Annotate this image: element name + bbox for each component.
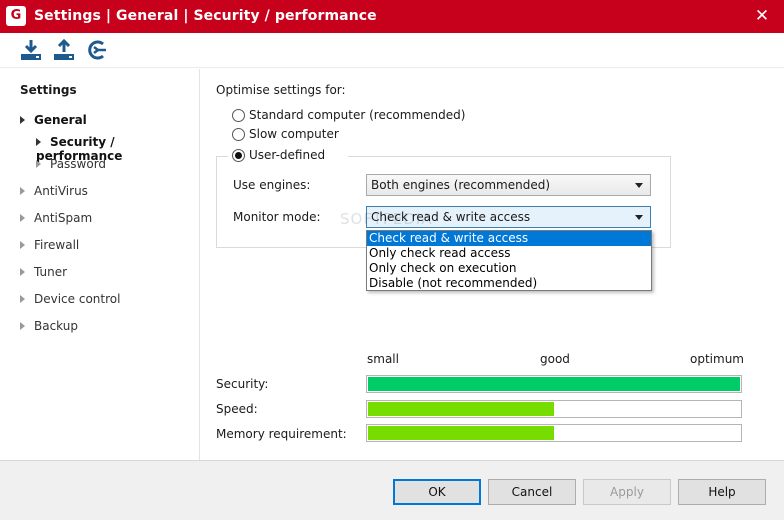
memory-bar	[366, 424, 742, 442]
reset-icon[interactable]	[85, 38, 109, 62]
monitor-mode-select[interactable]: Check read & write access	[366, 206, 651, 228]
toolbar	[0, 33, 784, 68]
arrow-icon	[20, 214, 25, 222]
monitor-option-read-write[interactable]: Check read & write access	[367, 231, 651, 246]
sidebar: Settings General Security / performance …	[0, 69, 200, 460]
sidebar-item-antispam[interactable]: AntiSpam	[20, 211, 92, 225]
sidebar-item-firewall[interactable]: Firewall	[20, 238, 79, 252]
scale-optimum-label: optimum	[690, 352, 744, 366]
apply-button[interactable]: Apply	[583, 479, 671, 505]
gdata-logo-icon: G	[6, 6, 26, 26]
arrow-icon	[20, 268, 25, 276]
sidebar-item-backup[interactable]: Backup	[20, 319, 78, 333]
ok-button[interactable]: OK	[393, 479, 481, 505]
radio-slow-computer[interactable]	[232, 128, 245, 141]
security-bar	[366, 375, 742, 393]
arrow-icon	[20, 295, 25, 303]
scale-good-label: good	[540, 352, 570, 366]
optimise-label: Optimise settings for:	[216, 83, 346, 97]
dialog-footer: OK Cancel Apply Help	[0, 460, 784, 520]
sidebar-heading: Settings	[20, 83, 77, 97]
radio-user-defined-label: User-defined	[249, 148, 326, 162]
memory-bar-label: Memory requirement:	[216, 427, 347, 441]
window-title: Settings | General | Security / performa…	[34, 8, 377, 24]
arrow-icon	[36, 138, 41, 146]
sidebar-item-tuner[interactable]: Tuner	[20, 265, 67, 279]
arrow-icon	[36, 160, 41, 168]
arrow-icon	[20, 322, 25, 330]
engines-select-value: Both engines (recommended)	[371, 178, 551, 192]
sidebar-item-label: AntiVirus	[34, 184, 88, 198]
arrow-icon	[20, 187, 25, 195]
expanded-arrow-icon	[20, 116, 25, 124]
security-bar-label: Security:	[216, 377, 269, 391]
radio-standard-label: Standard computer (recommended)	[249, 108, 466, 122]
monitor-option-execution[interactable]: Only check on execution	[367, 261, 651, 276]
chevron-down-icon	[635, 215, 643, 220]
monitor-mode-select-value: Check read & write access	[371, 210, 531, 224]
engines-label: Use engines:	[233, 178, 311, 192]
sidebar-item-device-control[interactable]: Device control	[20, 292, 120, 306]
radio-user-defined[interactable]	[232, 149, 245, 162]
sidebar-item-label: AntiSpam	[34, 211, 93, 225]
engines-select[interactable]: Both engines (recommended)	[366, 174, 651, 196]
sidebar-item-general[interactable]: General	[20, 113, 87, 127]
sidebar-item-label: Password	[50, 157, 107, 171]
sidebar-item-label: Tuner	[34, 265, 68, 279]
sidebar-item-label: Device control	[34, 292, 121, 306]
import-icon[interactable]	[19, 38, 43, 62]
arrow-icon	[20, 241, 25, 249]
monitor-mode-dropdown-list: Check read & write access Only check rea…	[366, 230, 652, 291]
sidebar-item-label: General	[34, 113, 87, 127]
memory-bar-fill	[368, 426, 554, 440]
speed-bar-label: Speed:	[216, 402, 258, 416]
radio-standard-computer[interactable]	[232, 109, 245, 122]
monitor-option-read-only[interactable]: Only check read access	[367, 246, 651, 261]
monitor-option-disable[interactable]: Disable (not recommended)	[367, 276, 651, 291]
sidebar-item-password[interactable]: Password	[36, 157, 106, 171]
title-bar: G Settings | General | Security / perfor…	[0, 0, 784, 33]
monitor-mode-label: Monitor mode:	[233, 210, 321, 224]
sidebar-item-label: Backup	[34, 319, 78, 333]
help-button[interactable]: Help	[678, 479, 766, 505]
speed-bar-fill	[368, 402, 554, 416]
speed-bar	[366, 400, 742, 418]
sidebar-item-antivirus[interactable]: AntiVirus	[20, 184, 88, 198]
cancel-button[interactable]: Cancel	[488, 479, 576, 505]
close-button[interactable]: ✕	[748, 3, 776, 29]
security-bar-fill	[368, 377, 740, 391]
chevron-down-icon	[635, 183, 643, 188]
radio-slow-label: Slow computer	[249, 127, 339, 141]
sidebar-item-label: Firewall	[34, 238, 80, 252]
export-icon[interactable]	[52, 38, 76, 62]
scale-small-label: small	[367, 352, 399, 366]
